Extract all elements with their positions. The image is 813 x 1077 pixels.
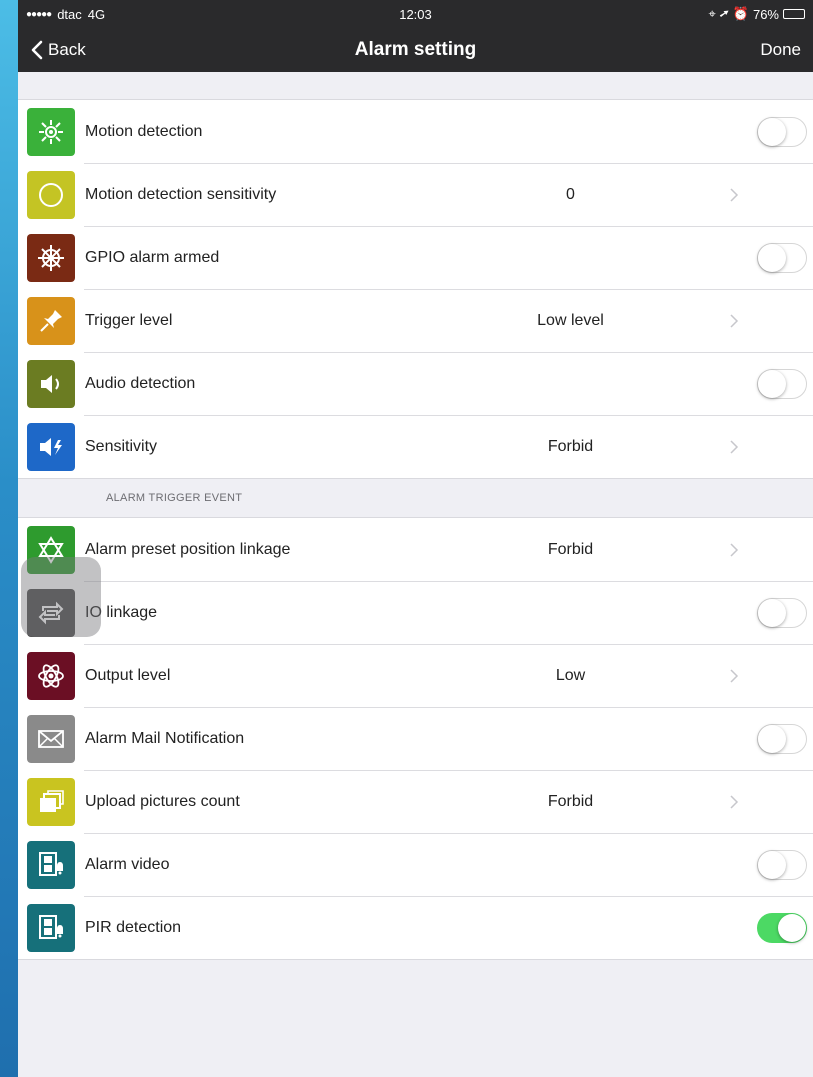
settings-row: Alarm video	[18, 833, 813, 896]
settings-row[interactable]: Output level Low	[18, 644, 813, 707]
toggle-knob	[758, 598, 786, 627]
speaker-bolt-icon	[27, 422, 75, 471]
toggle-switch[interactable]	[757, 849, 807, 880]
row-label: Trigger level	[85, 311, 173, 329]
status-time: 12:03	[399, 6, 432, 22]
row-label: PIR detection	[85, 918, 182, 936]
settings-list: Motion detection Motion detection sensiti…	[18, 99, 813, 960]
settings-row: IO linkage	[18, 581, 813, 644]
speaker-icon	[27, 359, 75, 408]
row-label: Motion detection sensitivity	[85, 185, 277, 203]
row-value: Forbid	[547, 792, 594, 810]
row-label: Output level	[85, 666, 171, 684]
row-label: Alarm Mail Notification	[85, 729, 245, 747]
toggle-switch[interactable]	[757, 368, 807, 399]
settings-row[interactable]: Sensitivity Forbid	[18, 415, 813, 478]
row-value: Forbid	[547, 437, 594, 455]
row-label: Alarm video	[85, 855, 170, 873]
location-arrow-icon: ⌖ ➚ ⏰	[708, 6, 749, 21]
chevron-right-icon	[728, 187, 740, 203]
battery-percentage: 76%	[752, 6, 779, 22]
settings-row: PIR detection	[18, 896, 813, 959]
row-value: Forbid	[547, 540, 594, 558]
toggle-knob	[758, 724, 786, 753]
row-label: Sensitivity	[85, 437, 158, 455]
row-label: Motion detection	[85, 122, 203, 140]
assistive-touch-button[interactable]	[21, 557, 101, 637]
navigation-bar: Back Alarm setting Done	[18, 28, 813, 72]
settings-row: GPIO alarm armed	[18, 226, 813, 289]
settings-row: Audio detection	[18, 352, 813, 415]
chevron-right-icon	[728, 439, 740, 455]
row-label: GPIO alarm armed	[85, 248, 220, 266]
settings-row[interactable]: Alarm preset position linkage Forbid	[18, 518, 813, 581]
settings-row[interactable]: Motion detection sensitivity 0	[18, 163, 813, 226]
row-value: 0	[566, 185, 575, 203]
toggle-knob	[758, 243, 786, 272]
settings-group: Alarm preset position linkage Forbid IO li…	[18, 517, 813, 960]
toggle-switch[interactable]	[757, 242, 807, 273]
row-label: Audio detection	[85, 374, 196, 392]
settings-row: Motion detection	[18, 100, 813, 163]
toggle-knob	[758, 369, 786, 398]
mail-icon	[27, 714, 75, 763]
row-value: Low level	[537, 311, 604, 329]
back-button-label: Back	[48, 40, 86, 59]
chevron-right-icon	[728, 668, 740, 684]
battery-icon	[783, 9, 805, 19]
toggle-switch[interactable]	[757, 912, 807, 943]
pin-icon	[27, 296, 75, 345]
network-type: 4G	[87, 6, 106, 22]
back-button[interactable]: Back	[18, 40, 86, 60]
toggle-knob	[758, 850, 786, 879]
pictures-icon	[27, 777, 75, 826]
signal-strength-icon: ●●●●●	[26, 8, 52, 20]
status-bar: ●●●●● dtac 4G 12:03 ⌖ ➚ ⏰ 76%	[18, 0, 813, 28]
circle-icon	[27, 170, 75, 219]
wheel-icon	[27, 233, 75, 282]
page-title: Alarm setting	[354, 39, 477, 60]
toggle-switch[interactable]	[757, 116, 807, 147]
toggle-knob	[758, 117, 786, 146]
row-label: Upload pictures count	[85, 792, 240, 810]
row-value: Low	[555, 666, 586, 684]
row-label: Alarm preset position linkage	[85, 540, 291, 558]
atom-icon	[27, 651, 75, 700]
toggle-knob	[778, 913, 806, 942]
chevron-right-icon	[728, 794, 740, 810]
section-header: ALARM TRIGGER EVENT	[106, 492, 243, 504]
toggle-switch[interactable]	[757, 597, 807, 628]
chevron-right-icon	[728, 313, 740, 329]
alarm-setting-screen: ●●●●● dtac 4G 12:03 ⌖ ➚ ⏰ 76% Back Alarm…	[18, 0, 813, 1077]
settings-row: Alarm Mail Notification	[18, 707, 813, 770]
chevron-left-icon	[31, 40, 43, 60]
chevron-right-icon	[728, 542, 740, 558]
settings-row[interactable]: Trigger level Low level	[18, 289, 813, 352]
carrier-name: dtac	[57, 6, 82, 22]
film-bell-icon	[27, 840, 75, 889]
motion-sensor-icon	[27, 107, 75, 156]
toggle-switch[interactable]	[757, 723, 807, 754]
film-bell-icon	[27, 903, 75, 952]
settings-group: Motion detection Motion detection sensiti…	[18, 99, 813, 479]
settings-row[interactable]: Upload pictures count Forbid	[18, 770, 813, 833]
done-button[interactable]: Done	[760, 40, 813, 60]
